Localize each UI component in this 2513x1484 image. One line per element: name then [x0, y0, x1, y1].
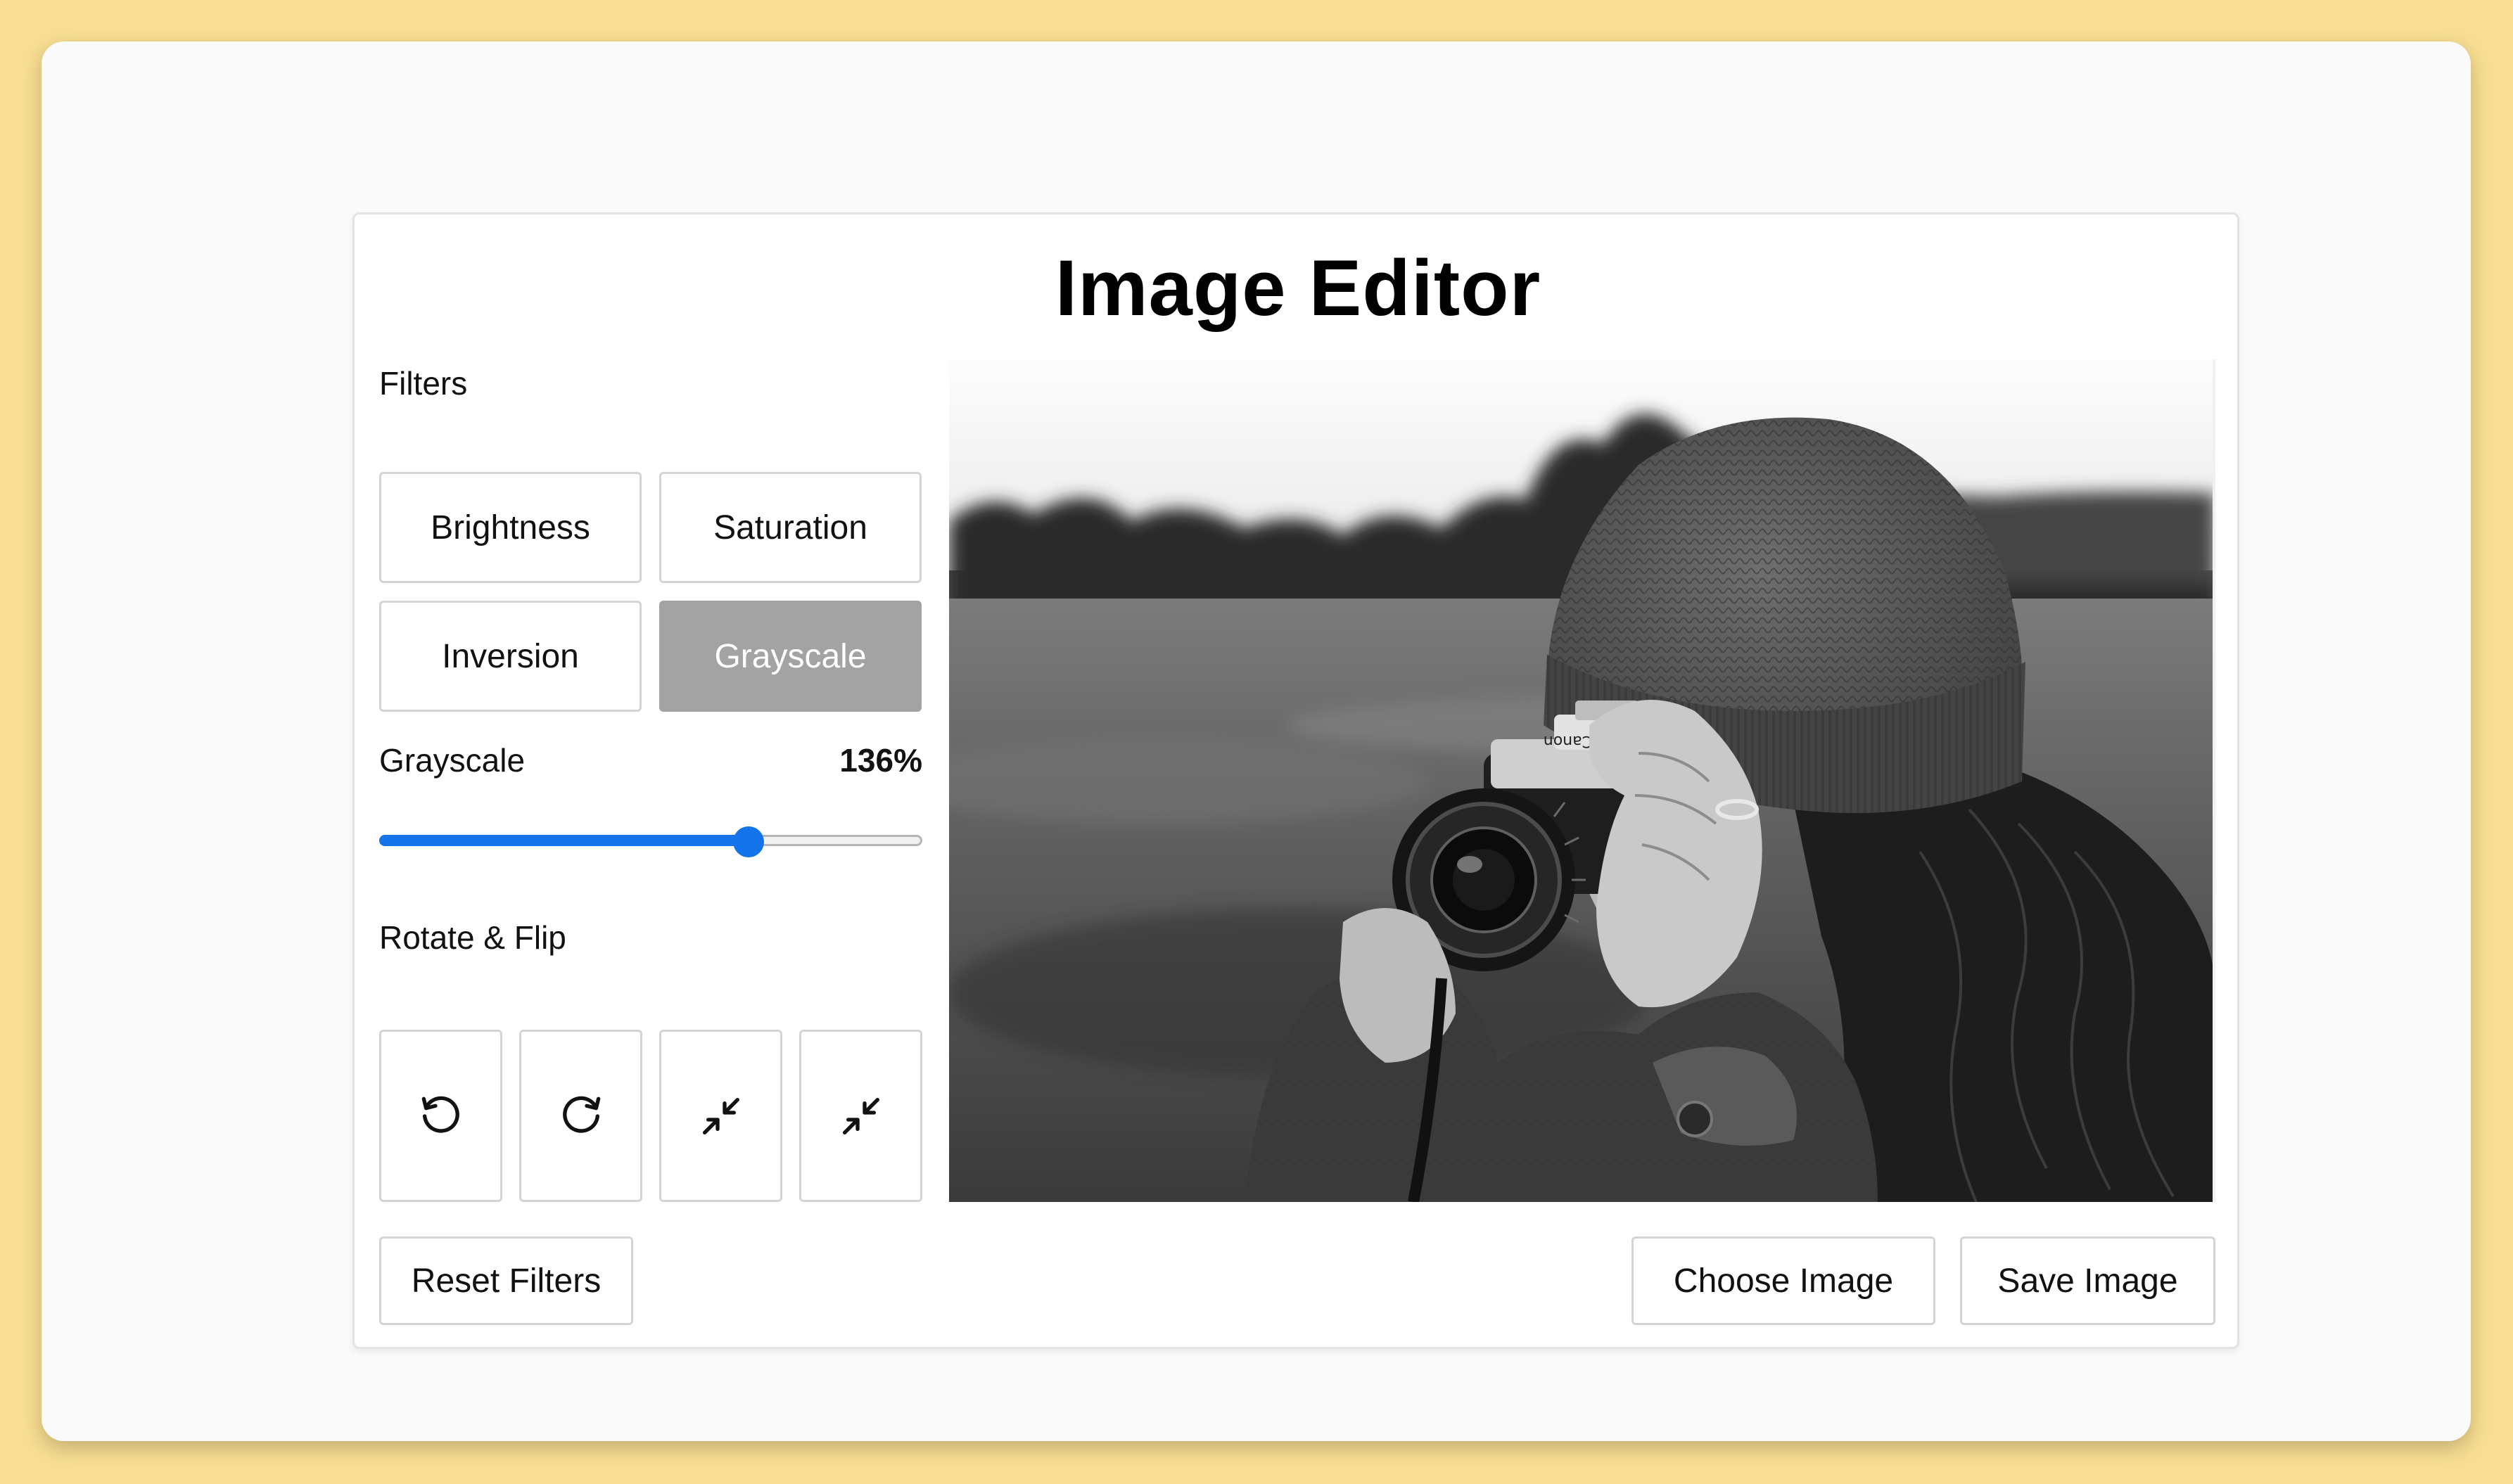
choose-image-button[interactable]: Choose Image — [1631, 1236, 1935, 1325]
rotate-right-button[interactable] — [519, 1030, 642, 1202]
flip-horizontal-button[interactable] — [659, 1030, 782, 1202]
app-frame: Image Editor Filters Brightness Saturati… — [42, 41, 2471, 1441]
flip-vertical-icon — [842, 1097, 879, 1134]
flip-horizontal-icon — [702, 1097, 739, 1134]
filter-brightness-button[interactable]: Brightness — [379, 472, 642, 583]
filter-brightness-label: Brightness — [431, 508, 590, 546]
filter-saturation-button[interactable]: Saturation — [659, 472, 922, 583]
slider-value: 136% — [839, 742, 922, 779]
rotate-left-icon — [421, 1096, 459, 1133]
filters-heading: Filters — [379, 365, 468, 402]
filter-inversion-label: Inversion — [442, 637, 579, 675]
reset-filters-button[interactable]: Reset Filters — [379, 1236, 633, 1325]
rotate-left-button[interactable] — [379, 1030, 502, 1202]
filter-grayscale-button[interactable]: Grayscale — [659, 601, 922, 712]
slider-thumb[interactable] — [733, 826, 764, 857]
filter-saturation-label: Saturation — [713, 508, 867, 546]
image-preview: Canon — [949, 359, 2215, 1202]
save-image-label: Save Image — [1997, 1262, 2178, 1300]
flip-vertical-button[interactable] — [799, 1030, 922, 1202]
editor-card: Image Editor Filters Brightness Saturati… — [352, 212, 2239, 1349]
photo-preview: Canon — [949, 359, 2215, 1202]
slider-fill — [379, 835, 749, 846]
choose-image-label: Choose Image — [1673, 1262, 1894, 1300]
rotate-flip-heading: Rotate & Flip — [379, 919, 566, 956]
filter-slider[interactable] — [379, 826, 922, 857]
svg-text:Canon: Canon — [1544, 732, 1593, 750]
filter-grayscale-label: Grayscale — [714, 637, 867, 675]
page-title: Image Editor — [1055, 244, 1541, 332]
save-image-button[interactable]: Save Image — [1960, 1236, 2215, 1325]
rotate-right-icon — [562, 1096, 600, 1133]
reset-filters-label: Reset Filters — [411, 1262, 602, 1300]
slider-filter-name: Grayscale — [379, 742, 526, 779]
filter-inversion-button[interactable]: Inversion — [379, 601, 642, 712]
